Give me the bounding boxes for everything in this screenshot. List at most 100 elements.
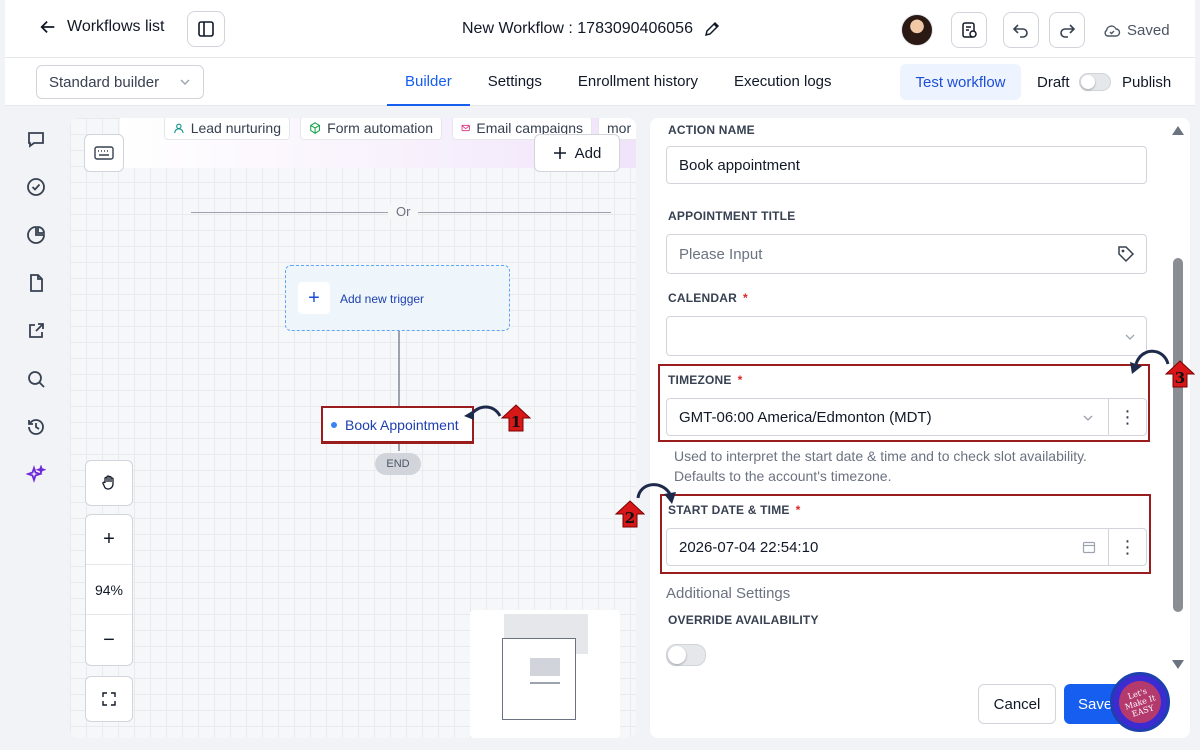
action-name-label: ACTION NAME [668, 123, 755, 137]
chevron-down-icon [1125, 334, 1135, 340]
timezone-label: TIMEZONE * [668, 373, 742, 387]
external-link-icon [29, 323, 44, 338]
notes-button[interactable] [951, 12, 987, 48]
timezone-select[interactable]: GMT-06:00 America/Edmonton (MDT) ⋮ [666, 398, 1147, 436]
marker-number: 3 [1174, 369, 1186, 387]
plus-icon: + [298, 282, 330, 314]
save-status-text: Saved [1127, 22, 1170, 39]
timezone-more-button[interactable]: ⋮ [1108, 399, 1146, 435]
cube-icon [310, 122, 320, 134]
rail-export-button[interactable] [25, 320, 47, 342]
start-datetime-label-text: START DATE & TIME [668, 503, 790, 517]
sidebar-toggle-button[interactable] [187, 11, 225, 47]
undo-button[interactable] [1003, 12, 1039, 48]
rail-history-button[interactable] [25, 416, 47, 438]
timezone-label-text: TIMEZONE [668, 373, 732, 387]
hand-icon [102, 475, 114, 490]
expand-icon [102, 692, 116, 706]
keyboard-icon [94, 146, 114, 160]
rail-search-button[interactable] [25, 368, 47, 390]
back-label: Workflows list [67, 18, 165, 35]
calendar-label: CALENDAR * [668, 291, 748, 305]
pan-mode-button[interactable] [85, 460, 133, 506]
calendar-icon[interactable] [1082, 540, 1096, 554]
user-icon [174, 123, 184, 134]
pencil-icon[interactable] [703, 20, 721, 38]
chip-form-automation[interactable]: Form automation [300, 118, 442, 140]
start-datetime-label: START DATE & TIME * [668, 503, 801, 517]
keyboard-shortcuts-button[interactable] [84, 134, 124, 172]
rail-tasks-button[interactable] [25, 176, 47, 198]
workflow-canvas[interactable]: Lead nurturing Form automation Email cam… [70, 118, 636, 738]
node-status-dot [331, 421, 337, 428]
rail-chat-button[interactable] [25, 128, 47, 150]
appointment-title-input[interactable]: Please Input [666, 234, 1147, 274]
history-icon [28, 419, 44, 435]
minimap-block [530, 658, 560, 676]
draft-label: Draft [1037, 74, 1070, 91]
chip-label: Lead nurturing [190, 120, 281, 136]
file-icon [30, 274, 43, 292]
publish-toggle[interactable] [1079, 73, 1111, 91]
node-label: Book Appointment [345, 416, 459, 433]
tab-enrollment-history[interactable]: Enrollment history [560, 58, 716, 106]
add-button-label: Add [574, 144, 602, 162]
sub-bar: Standard builder Builder Settings Enroll… [5, 58, 1195, 106]
minimap-block [530, 682, 560, 684]
rail-ai-button[interactable] [25, 464, 47, 486]
scroll-down-arrow-icon[interactable] [1172, 660, 1184, 669]
chip-label: Form automation [327, 120, 433, 136]
save-status: Saved [1103, 22, 1170, 39]
scroll-up-arrow-icon[interactable] [1172, 126, 1184, 135]
chip-lead-nurturing[interactable]: Lead nurturing [164, 118, 290, 140]
rail-files-button[interactable] [25, 272, 47, 294]
publish-label: Publish [1122, 74, 1172, 91]
timezone-value: GMT-06:00 America/Edmonton (MDT) [679, 408, 932, 426]
marker-number: 1 [510, 413, 522, 431]
action-name-input[interactable]: Book appointment [666, 146, 1147, 184]
helper-line: Used to interpret the start date & time … [674, 448, 1087, 464]
tab-settings[interactable]: Settings [470, 58, 560, 106]
calendar-select[interactable] [666, 316, 1147, 356]
add-button[interactable]: Add [534, 134, 620, 172]
override-availability-toggle[interactable] [666, 644, 706, 666]
scroll-thumb[interactable] [1173, 258, 1183, 612]
start-datetime-input[interactable]: 2026-07-04 22:54:10 ⋮ [666, 528, 1147, 566]
additional-settings-heading: Additional Settings [666, 585, 791, 602]
required-mark: * [795, 503, 801, 517]
redo-button[interactable] [1049, 12, 1085, 48]
test-workflow-button[interactable]: Test workflow [900, 64, 1021, 100]
builder-mode-select[interactable]: Standard builder [36, 65, 204, 99]
minimap[interactable] [470, 610, 620, 738]
main-tabs: Builder Settings Enrollment history Exec… [387, 58, 850, 106]
start-datetime-value: 2026-07-04 22:54:10 [679, 538, 819, 556]
chevron-down-icon [180, 79, 190, 85]
marker-badge-3: 3 [1164, 360, 1196, 388]
search-icon [28, 371, 45, 388]
tab-builder[interactable]: Builder [387, 58, 470, 106]
pie-chart-icon [27, 226, 45, 244]
left-rail [5, 106, 65, 750]
tab-execution-logs[interactable]: Execution logs [716, 58, 850, 106]
user-avatar[interactable] [901, 14, 933, 46]
curved-arrow-icon [464, 405, 502, 420]
appointment-title-placeholder: Please Input [679, 245, 763, 263]
top-bar: Workflows list New Workflow : 1783090406… [5, 0, 1195, 58]
panel-scrollbar[interactable] [1166, 118, 1190, 678]
rail-reports-button[interactable] [25, 224, 47, 246]
fit-view-button[interactable] [85, 676, 133, 722]
back-to-workflows-link[interactable]: Workflows list [39, 18, 165, 36]
start-datetime-more-button[interactable]: ⋮ [1108, 529, 1146, 565]
tag-icon[interactable] [1116, 244, 1136, 264]
cancel-button[interactable]: Cancel [978, 684, 1056, 724]
marker-badge-1: 1 [500, 404, 532, 432]
logo-text: Let's Make It EASY [1113, 675, 1167, 729]
watermark-logo: Let's Make It EASY [1110, 672, 1170, 732]
zoom-out-button[interactable]: − [86, 615, 132, 665]
zoom-in-button[interactable]: + [86, 515, 132, 565]
minimap-viewport[interactable] [502, 638, 576, 720]
book-appointment-node[interactable]: Book Appointment [321, 406, 474, 443]
timezone-helper-text: Used to interpret the start date & time … [674, 446, 1134, 486]
add-new-trigger-node[interactable]: + Add new trigger [285, 265, 510, 331]
cloud-check-icon [1104, 24, 1121, 37]
